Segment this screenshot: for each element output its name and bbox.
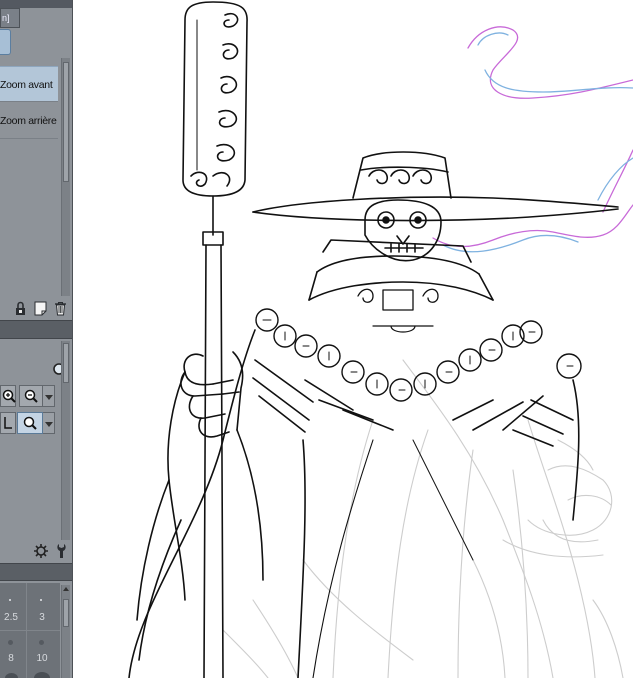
area-select-icon <box>4 417 12 429</box>
brush-size-dot <box>8 640 13 645</box>
brush-size-palette: 2.5 3 8 10 <box>0 583 60 678</box>
gear-icon[interactable] <box>33 543 49 559</box>
lock-icon[interactable] <box>14 301 27 316</box>
zoom-out-button[interactable] <box>19 385 43 407</box>
brush-size-dot <box>34 672 50 678</box>
sub-tool-set-tab[interactable]: n] <box>0 8 20 28</box>
brush-size-scrollbar[interactable] <box>61 585 70 678</box>
figure-ink <box>128 1 619 678</box>
brush-size-scroll-thumb[interactable] <box>63 599 69 627</box>
magnifier-mode-icon <box>23 416 37 430</box>
new-page-icon[interactable] <box>34 301 47 316</box>
zoom-out-dropdown[interactable] <box>43 385 55 407</box>
zoom-in-button[interactable] <box>0 385 16 407</box>
tool-property-header[interactable] <box>0 320 72 339</box>
brush-size-option[interactable]: 2.5 <box>0 612 22 623</box>
wrench-icon[interactable] <box>55 543 69 559</box>
brush-size-dot <box>5 673 18 678</box>
brush-size-header[interactable] <box>0 563 72 581</box>
brush-size-option[interactable]: 8 <box>0 653 22 664</box>
drawing-canvas[interactable] <box>73 0 633 678</box>
magnify-mode-dropdown[interactable] <box>43 412 55 434</box>
tool-panel: n] Zoom avant Zoom arrière 2.5 3 8 10 <box>0 0 73 678</box>
subtool-zoom-in-label: Zoom avant <box>0 79 53 91</box>
tool-property-scrollbar[interactable] <box>61 341 70 540</box>
palette-divider <box>0 630 60 631</box>
subtool-list-scroll-thumb[interactable] <box>63 62 69 182</box>
select-area-button[interactable] <box>0 412 16 434</box>
sub-tool-group-active[interactable] <box>0 29 11 55</box>
scroll-up-arrow[interactable] <box>63 587 69 591</box>
subtool-zoom-out-label: Zoom arrière <box>0 115 57 127</box>
brush-size-dot <box>39 640 44 645</box>
subtool-zoom-in[interactable]: Zoom avant <box>0 66 58 102</box>
line-art-drawing <box>128 1 633 678</box>
subtool-zoom-out[interactable]: Zoom arrière <box>0 103 58 139</box>
trash-icon[interactable] <box>54 301 67 316</box>
sub-tool-set-label: n] <box>2 13 10 23</box>
brush-size-option[interactable]: 10 <box>31 653 53 664</box>
zoom-out-icon <box>24 389 38 403</box>
brush-size-option[interactable]: 3 <box>31 612 53 623</box>
size-mark <box>9 599 11 601</box>
magnify-mode-button[interactable] <box>17 412 43 434</box>
zoom-in-icon <box>2 389 16 403</box>
tool-property-scroll-thumb[interactable] <box>63 343 69 383</box>
sketch-layer <box>222 359 624 678</box>
panel-top-strip <box>0 0 72 8</box>
size-mark <box>40 599 42 601</box>
smoke-trails <box>432 26 633 253</box>
subtool-list-scrollbar[interactable] <box>61 58 70 296</box>
